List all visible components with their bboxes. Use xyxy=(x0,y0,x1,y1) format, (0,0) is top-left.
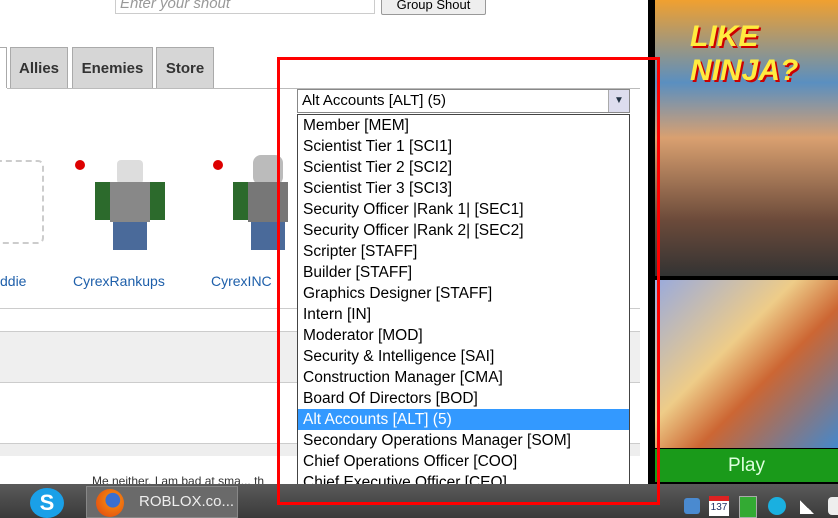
calendar-icon[interactable]: 137 xyxy=(709,496,729,516)
skype-icon[interactable]: S xyxy=(30,488,64,518)
member-name[interactable]: ddie xyxy=(0,273,26,289)
shout-input[interactable]: Enter your shout xyxy=(115,0,375,14)
signal-icon[interactable] xyxy=(800,500,814,514)
avatar-placeholder[interactable] xyxy=(0,160,44,244)
tab-enemies[interactable]: Enemies xyxy=(72,47,153,88)
group-shout-button[interactable]: Group Shout xyxy=(381,0,486,15)
tray-circle-icon[interactable] xyxy=(768,497,786,515)
nvidia-icon[interactable] xyxy=(739,496,757,518)
ad-image-bottom[interactable] xyxy=(655,280,838,448)
offline-status-icon xyxy=(75,160,85,170)
member-name[interactable]: CyrexINC xyxy=(211,273,272,289)
tab-active-partial[interactable] xyxy=(0,47,7,88)
calendar-badge: 137 xyxy=(710,502,728,513)
tab-store[interactable]: Store xyxy=(156,47,214,88)
ad-play-button[interactable]: Play xyxy=(655,449,838,482)
volume-icon[interactable] xyxy=(828,497,838,515)
firefox-icon xyxy=(96,489,124,517)
firefox-window-label: ROBLOX.co... xyxy=(139,493,235,510)
offline-status-icon xyxy=(213,160,223,170)
tab-allies[interactable]: Allies xyxy=(10,47,68,88)
avatar[interactable] xyxy=(95,150,175,250)
annotation-highlight-box xyxy=(277,57,660,505)
ad-headline: LIKE NINJA? xyxy=(690,20,799,87)
tray-app-icon[interactable] xyxy=(684,498,700,514)
member-name[interactable]: CyrexRankups xyxy=(73,273,165,289)
